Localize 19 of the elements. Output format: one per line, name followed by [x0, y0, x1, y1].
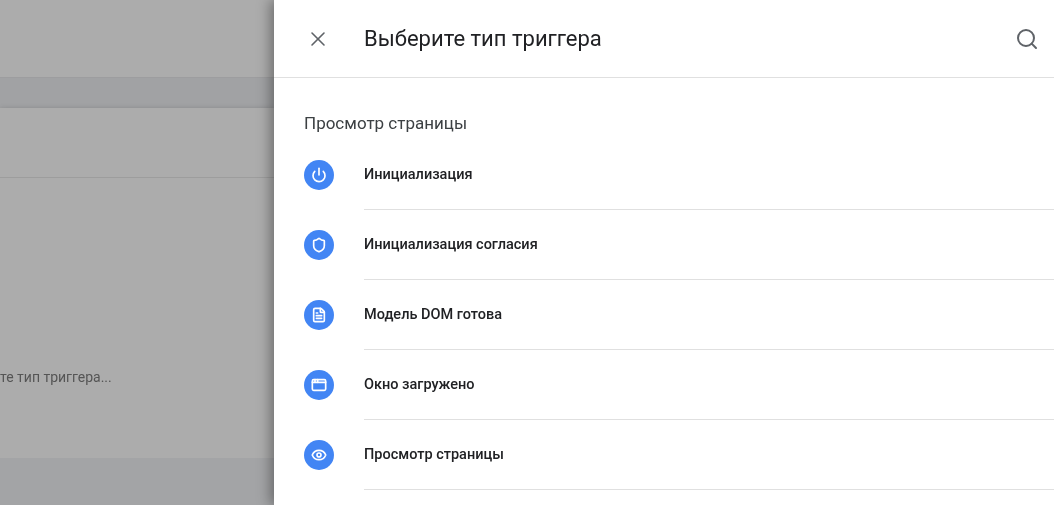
item-label: Инициализация	[364, 164, 473, 185]
panel-title: Выберите тип триггера	[364, 25, 602, 53]
trigger-type-item[interactable]: Инициализация	[304, 140, 1054, 210]
trigger-type-item[interactable]: Просмотр страницы	[304, 420, 1054, 490]
eye-icon	[311, 447, 327, 463]
trigger-type-item[interactable]: Окно загружено	[304, 350, 1054, 420]
power-icon	[311, 167, 327, 183]
document-icon	[311, 307, 327, 323]
trigger-type-item[interactable]: Модель DOM готова	[304, 280, 1054, 350]
field-text: те тип триггера...	[0, 368, 112, 387]
search-icon	[1015, 26, 1039, 51]
item-label: Окно загружено	[364, 374, 475, 395]
shield-icon	[311, 237, 327, 253]
item-label: Просмотр страницы	[364, 444, 504, 465]
item-label: Инициализация согласия	[364, 234, 538, 255]
section-title: Просмотр страницы	[304, 112, 469, 134]
item-label: Модель DOM готова	[364, 304, 502, 325]
trigger-type-item[interactable]: Инициализация согласия	[304, 210, 1054, 280]
window-icon	[311, 377, 327, 393]
